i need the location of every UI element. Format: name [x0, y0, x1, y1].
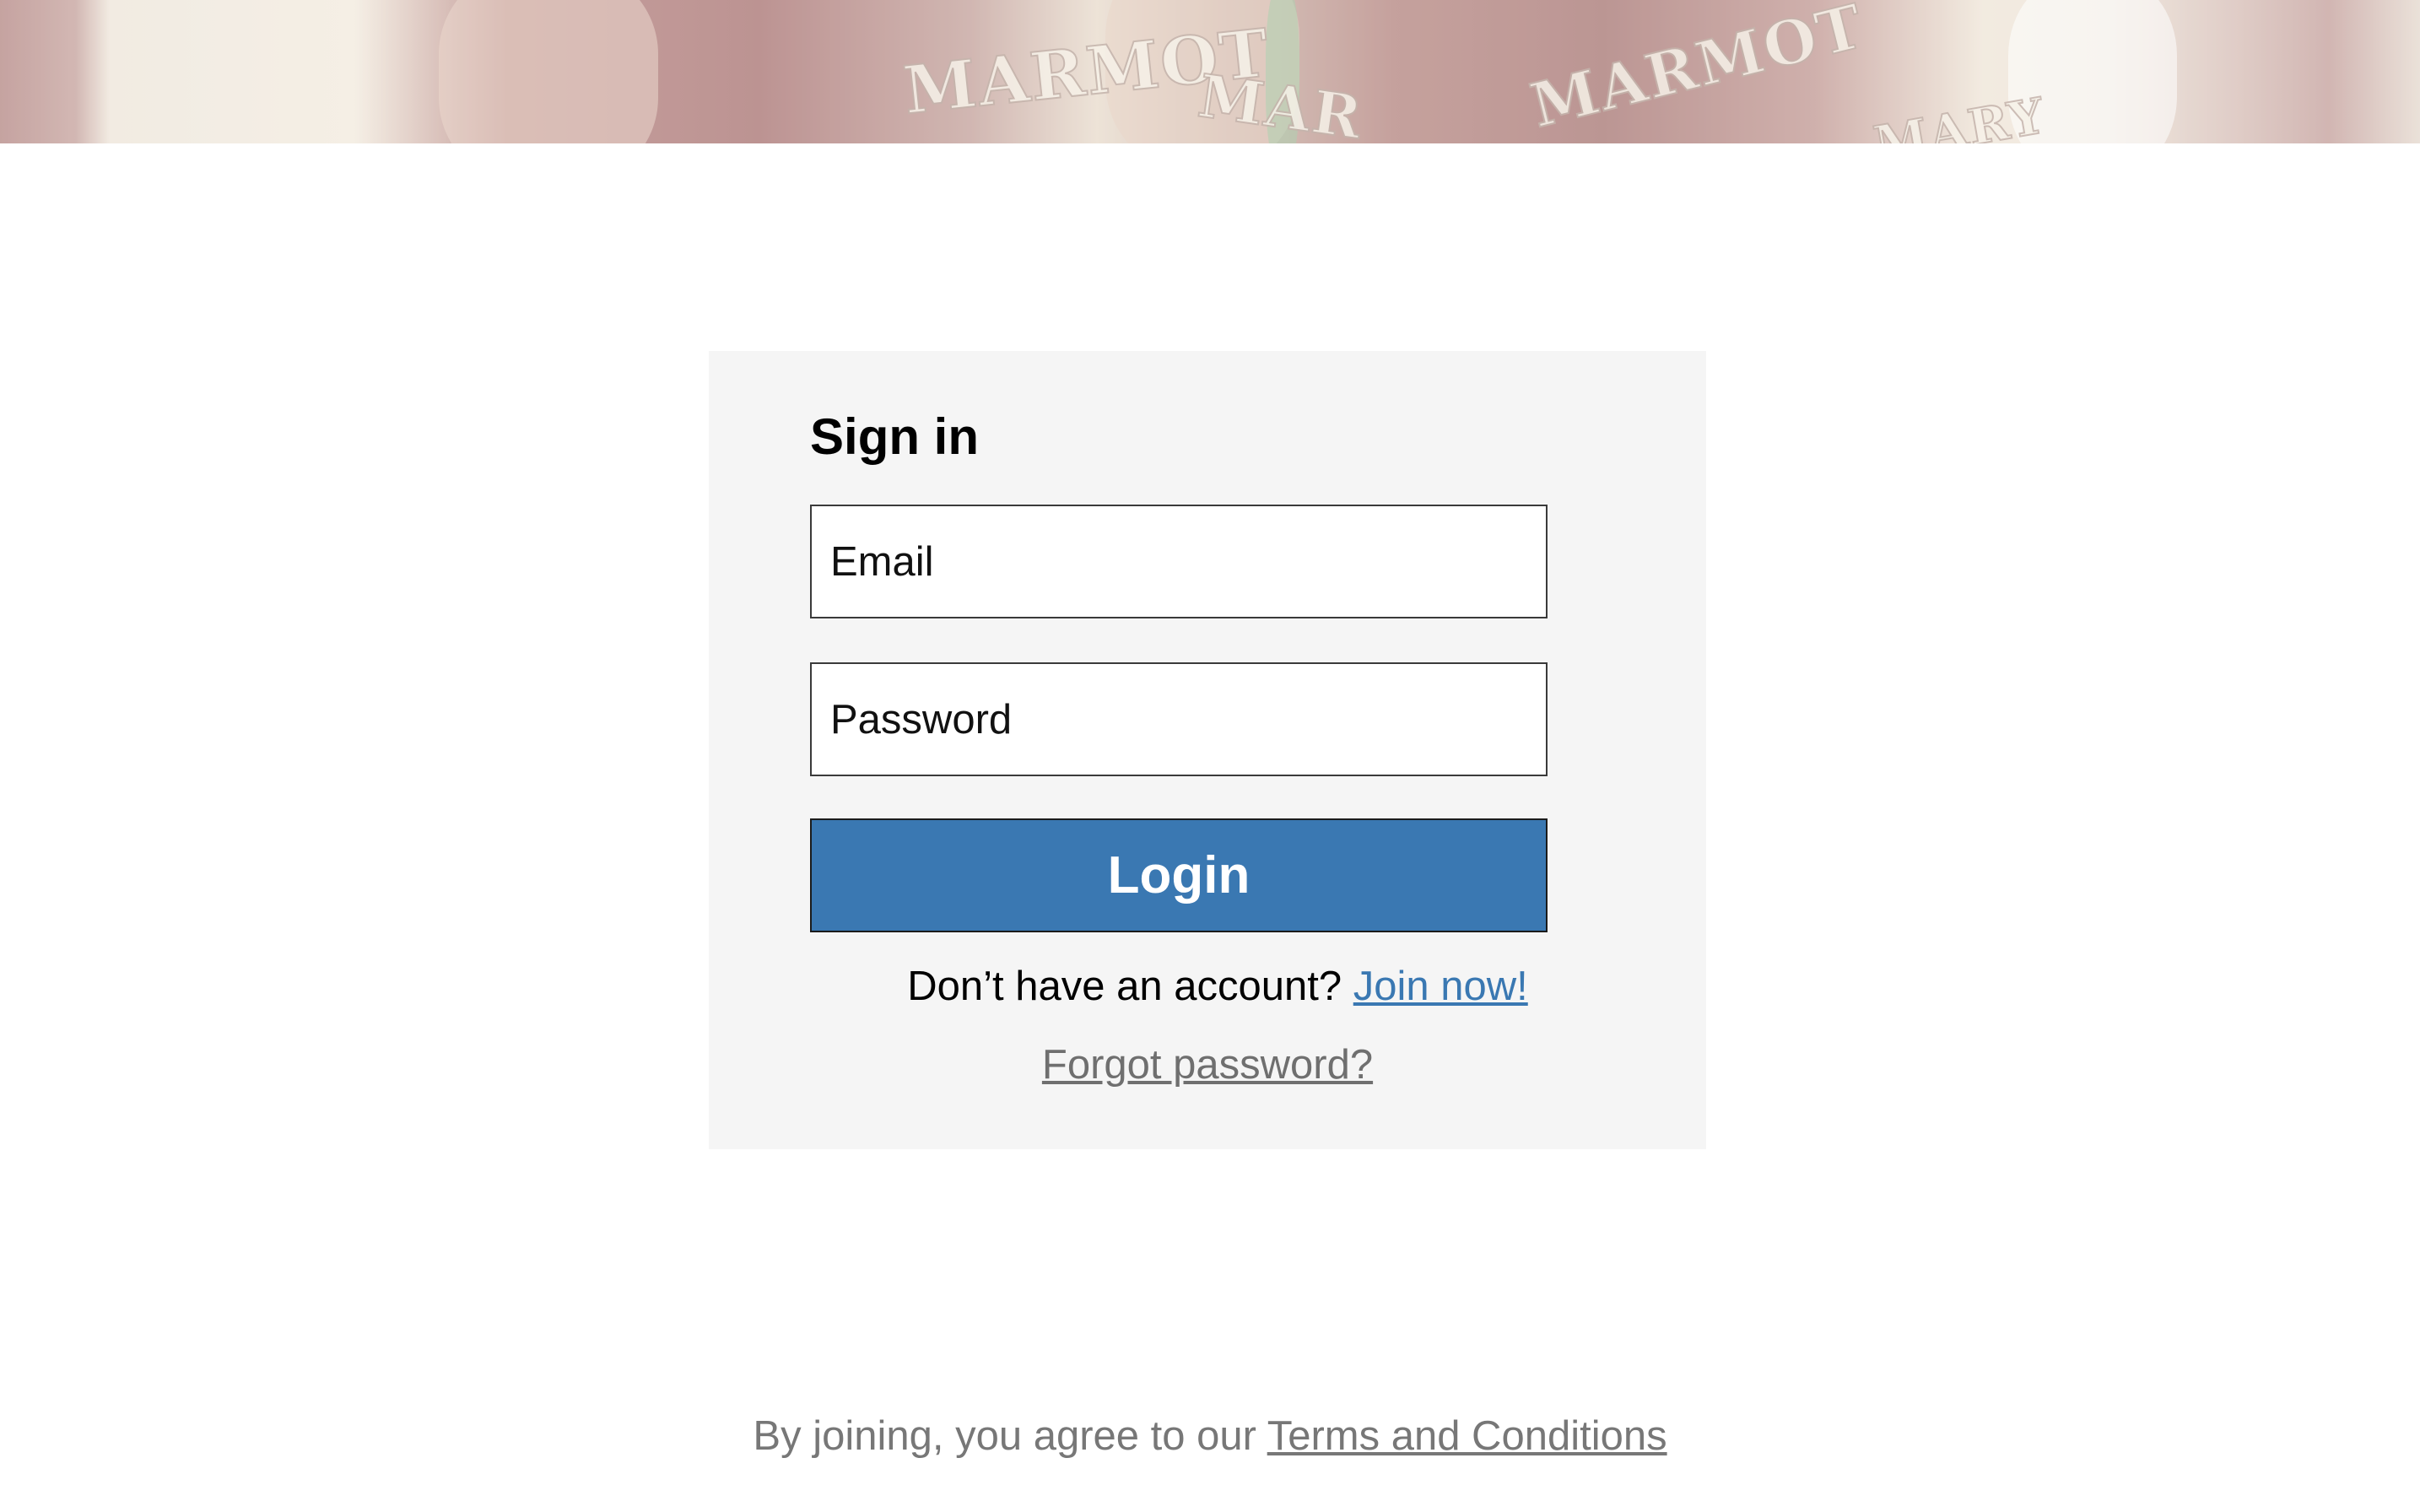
login-button[interactable]: Login: [810, 818, 1548, 932]
no-account-text: Don’t have an account?: [907, 964, 1342, 1009]
terms-link[interactable]: Terms and Conditions: [1267, 1413, 1667, 1459]
forgot-password-row: Forgot password?: [709, 1041, 1706, 1088]
email-field[interactable]: [810, 505, 1548, 618]
join-now-link[interactable]: Join now!: [1353, 964, 1528, 1009]
hero-banner-image: MARMOT MAR MARMOT MARY: [0, 0, 2420, 143]
forgot-password-link[interactable]: Forgot password?: [1042, 1042, 1373, 1088]
join-prompt: Don’t have an account? Join now!: [709, 963, 1706, 1010]
hero-fade-overlay: [0, 0, 2420, 143]
signin-title: Sign in: [810, 408, 979, 465]
password-field[interactable]: [810, 662, 1548, 776]
signin-card: Sign in Login Don’t have an account? Joi…: [709, 351, 1706, 1149]
agree-text: By joining, you agree to our: [753, 1413, 1256, 1459]
terms-footer: By joining, you agree to our Terms and C…: [0, 1412, 2420, 1460]
